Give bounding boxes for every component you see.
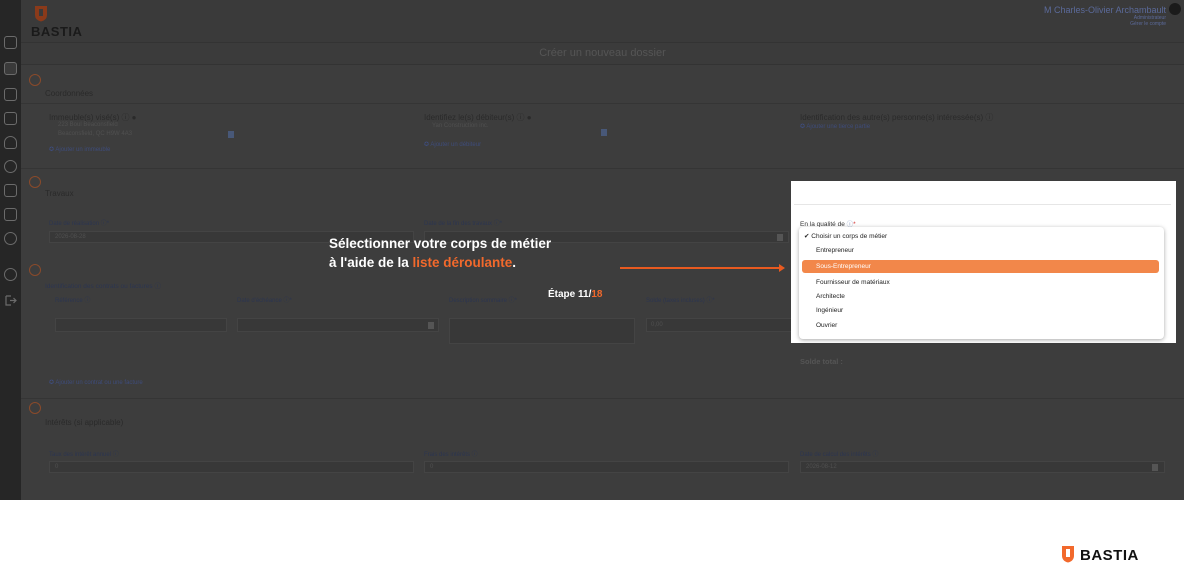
col-reference: Référence ⓘ: [55, 298, 91, 304]
calendar-icon[interactable]: [1152, 464, 1158, 471]
add-tierce-link[interactable]: ✪ Ajouter une tierce partie: [800, 123, 870, 130]
frais-label: Frais des intérêts ⓘ: [424, 452, 478, 458]
instruction-line-2: à l'aide de la liste déroulante.: [329, 255, 517, 270]
page-title: Créer un nouveau dossier: [539, 47, 666, 59]
date-realisation-label: Date de réalisation ⓘ*: [49, 221, 110, 227]
option-ingenieur[interactable]: Ingénieur: [816, 307, 843, 314]
solde-total-label: Solde total :: [800, 357, 843, 366]
manage-account-link[interactable]: Gérer le compte: [1130, 21, 1166, 27]
scale-icon[interactable]: [4, 208, 17, 221]
taux-input[interactable]: [49, 461, 414, 473]
page-title-bar: Créer un nouveau dossier: [21, 43, 1184, 65]
option-entrepreneur[interactable]: Entrepreneur: [816, 247, 854, 254]
pointer-arrow-head: [779, 264, 785, 272]
immeuble-line2: Beaconsfield, QC H9W 4A3: [58, 131, 133, 137]
solde-value: 0,00: [651, 322, 663, 328]
taux-value: 0: [55, 464, 59, 470]
frais-value: 0: [430, 464, 434, 470]
check-icon: ✔: [804, 233, 810, 240]
avatar[interactable]: [1169, 3, 1181, 15]
col-solde: Solde (taxes incluses) ⓘ*: [646, 298, 715, 304]
step-1-badge: [29, 74, 41, 86]
echeance-input[interactable]: [237, 318, 439, 332]
step-4-badge: [29, 402, 41, 414]
calendar-icon[interactable]: [428, 322, 434, 329]
folder-icon[interactable]: [4, 62, 17, 75]
delete-immeuble-icon[interactable]: [228, 131, 234, 138]
brand-logo-text: BASTIA: [31, 24, 83, 39]
building-icon[interactable]: [4, 88, 17, 101]
solde-input[interactable]: [646, 318, 796, 332]
debiteur-value: Yan Construction inc.: [432, 123, 489, 129]
option-choisir[interactable]: ✔ Choisir un corps de métier: [804, 232, 887, 240]
instruction-line-1: Sélectionner votre corps de métier: [329, 236, 552, 251]
taux-label: Taux des intérêt annuel ⓘ: [49, 452, 119, 458]
date-calcul-input[interactable]: [800, 461, 1165, 473]
add-immeuble-link[interactable]: ✪ Ajouter un immeuble: [49, 146, 110, 153]
frais-input[interactable]: [424, 461, 789, 473]
section-divider: [21, 103, 1184, 104]
col-description: Description sommaire ⓘ*: [449, 298, 518, 304]
help-icon[interactable]: [4, 268, 17, 281]
briefcase-icon[interactable]: [4, 184, 17, 197]
section-title-travaux: Travaux: [45, 189, 74, 198]
step-3-badge: [29, 264, 41, 276]
section-divider: [21, 168, 1184, 169]
users-icon[interactable]: [4, 160, 17, 173]
bastia-shield-logo: [35, 6, 47, 22]
date-calcul-label: Date de calcul des intérêts ⓘ: [800, 452, 879, 458]
description-textarea[interactable]: [449, 318, 635, 344]
section-title-coordonnees: Coordonnées: [45, 89, 94, 98]
pointer-arrow: [620, 267, 780, 269]
option-sous-entrepreneur[interactable]: Sous-Entrepreneur: [816, 263, 871, 270]
panel-divider: [794, 204, 1171, 205]
date-realisation-value: 2026-08-28: [55, 234, 86, 240]
date-fin-label: Date de la fin des travaux ⓘ*: [424, 221, 503, 227]
step-counter: Étape 11/18: [548, 289, 603, 300]
contrats-title: Identification des contrats ou factures …: [45, 283, 161, 290]
immeuble-line1: 223 Boul Beaconsfield: [58, 122, 118, 128]
instruction-accent: liste déroulante: [412, 255, 513, 270]
autres-personnes-label: Identification des autre(s) personne(s) …: [800, 113, 994, 122]
calendar-icon[interactable]: [777, 234, 783, 241]
section-divider: [21, 398, 1184, 399]
debiteurs-label: Identifiez le(s) débiteur(s) ⓘ ●: [424, 113, 532, 122]
option-fournisseur[interactable]: Fournisseur de matériaux: [816, 279, 890, 286]
option-ouvrier[interactable]: Ouvrier: [816, 322, 837, 329]
bastia-shield-logo: [1062, 546, 1074, 563]
settings-icon[interactable]: [4, 232, 17, 245]
id-card-icon[interactable]: [4, 112, 17, 125]
footer-brand-text: BASTIA: [1080, 547, 1139, 564]
section-title-interets: Intérêts (si applicable): [45, 418, 124, 427]
date-calcul-value: 2026-08-12: [806, 464, 837, 470]
add-debiteur-link[interactable]: ✪ Ajouter un débiteur: [424, 141, 481, 148]
add-contrat-link[interactable]: ✪ Ajouter un contrat ou une facture: [49, 379, 143, 386]
sidebar: [0, 0, 21, 500]
option-architecte[interactable]: Architecte: [816, 293, 845, 300]
home-icon[interactable]: [4, 36, 17, 49]
delete-debiteur-icon[interactable]: [601, 129, 607, 136]
app-screenshot: BASTIA M Charles-Olivier Archambault Adm…: [0, 0, 1184, 500]
reference-input[interactable]: [55, 318, 227, 332]
user-name[interactable]: M Charles-Olivier Archambault: [1044, 5, 1166, 15]
step-2-badge: [29, 176, 41, 188]
logout-icon[interactable]: [4, 294, 17, 307]
app-header: BASTIA M Charles-Olivier Archambault Adm…: [21, 0, 1184, 43]
user-icon[interactable]: [4, 136, 17, 149]
col-echeance: Date d'échéance ⓘ*: [237, 298, 292, 304]
